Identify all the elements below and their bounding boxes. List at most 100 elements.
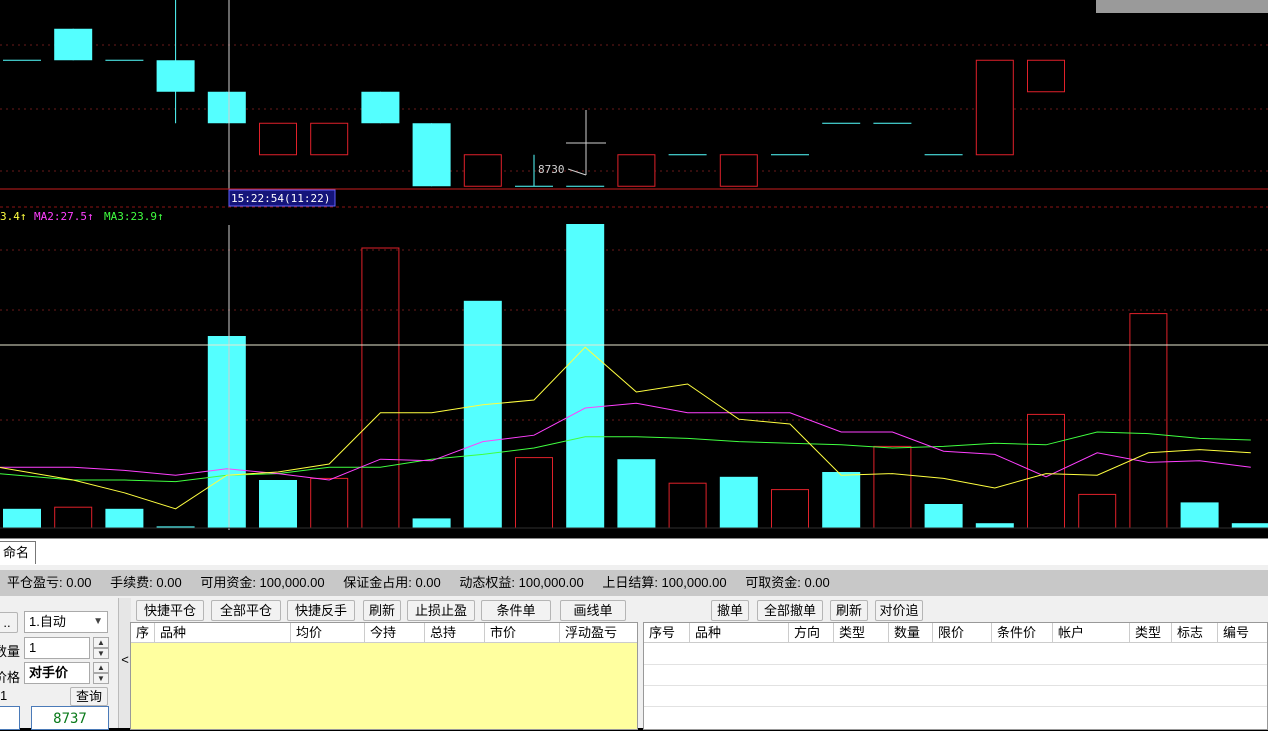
qty-label: 数量 xyxy=(0,644,21,659)
volume-bar xyxy=(361,247,400,529)
orders-col-6[interactable]: 条件价 xyxy=(992,623,1053,643)
orders-col-9[interactable]: 标志 xyxy=(1172,623,1218,643)
orders-row-line xyxy=(644,664,1267,665)
candle-body xyxy=(617,154,656,187)
volume-bar xyxy=(54,506,93,529)
volume-bar xyxy=(1078,493,1117,529)
positions-col-1[interactable]: 品种 xyxy=(155,623,291,643)
orders-col-5[interactable]: 限价 xyxy=(933,623,992,643)
tab-active[interactable]: 命名 xyxy=(0,541,37,564)
candle-body xyxy=(207,91,246,124)
price-chart[interactable]: 8730 15:22:54(11:22) 3.4↑ MA2:27.5↑ MA3:… xyxy=(0,0,1268,538)
volume-bar xyxy=(412,518,451,528)
status-fee: 手续费: 0.00 xyxy=(110,575,182,590)
position-button-6[interactable]: 画线单 xyxy=(560,600,626,621)
position-button-3[interactable]: 刷新 xyxy=(363,600,401,621)
position-button-1[interactable]: 全部平仓 xyxy=(211,600,281,621)
low-price-label: 8730 xyxy=(538,163,565,176)
positions-col-3[interactable]: 今持 xyxy=(365,623,425,643)
order-button-2[interactable]: 刷新 xyxy=(830,600,868,621)
price-down-button[interactable]: ▼ xyxy=(93,673,109,684)
positions-col-5[interactable]: 市价 xyxy=(485,623,560,643)
positions-col-4[interactable]: 总持 xyxy=(425,623,485,643)
volume-bar xyxy=(515,457,553,529)
volume-bar xyxy=(924,504,963,528)
time-label: 15:22:54(11:22) xyxy=(231,192,330,205)
candle-body xyxy=(1027,59,1065,93)
volume-bar xyxy=(259,480,297,528)
orders-col-3[interactable]: 类型 xyxy=(834,623,889,643)
volume-one-label: 1 xyxy=(0,688,8,703)
orders-col-2[interactable]: 方向 xyxy=(789,623,834,643)
qty-down-button[interactable]: ▼ xyxy=(93,648,109,659)
order-button-1[interactable]: 全部撤单 xyxy=(757,600,823,621)
orders-col-4[interactable]: 数量 xyxy=(889,623,933,643)
price-field[interactable]: 对手价 xyxy=(24,662,90,684)
candle-body xyxy=(310,122,349,156)
volume-bar xyxy=(566,224,605,528)
orders-row-line xyxy=(644,706,1267,707)
account-dots-button[interactable]: .. xyxy=(0,612,18,633)
position-button-5[interactable]: 条件单 xyxy=(481,600,551,621)
positions-table: 序品种 均价 今持 总持 市价 浮动盈亏 xyxy=(130,622,638,730)
candle-body xyxy=(463,154,502,187)
ma3-legend: MA3:23.9↑ xyxy=(104,210,164,223)
orders-row-line xyxy=(644,685,1267,686)
price-label: 价格 xyxy=(0,670,21,685)
position-button-2[interactable]: 快捷反手 xyxy=(287,600,355,621)
status-equity: 动态权益: 100,000.00 xyxy=(459,575,584,590)
order-button-3[interactable]: 对价追 xyxy=(875,600,923,621)
low-price-pointer xyxy=(567,168,587,176)
candle-body xyxy=(54,28,93,61)
mode-select[interactable]: 1.自动 ▼ xyxy=(24,611,108,633)
candle-body xyxy=(361,91,400,124)
ma2-legend: MA2:27.5↑ xyxy=(34,210,94,223)
ma1-legend: 3.4↑ xyxy=(0,210,27,223)
candle-body xyxy=(156,60,195,92)
chart-gridlines xyxy=(0,44,1268,421)
volume-bars xyxy=(3,224,1268,529)
volume-bar xyxy=(617,459,656,528)
volume-bar xyxy=(310,477,349,529)
position-button-4[interactable]: 止损止盈 xyxy=(407,600,475,621)
volume-bar xyxy=(463,300,502,528)
status-prev-settle: 上日结算: 100,000.00 xyxy=(602,575,727,590)
position-button-0[interactable]: 快捷平仓 xyxy=(136,600,204,621)
volume-bar xyxy=(771,489,809,529)
orders-col-10[interactable]: 编号 xyxy=(1218,623,1267,643)
volume-bar xyxy=(207,336,246,528)
query-button[interactable]: 查询 xyxy=(70,687,108,706)
chevron-down-icon: ▼ xyxy=(93,616,103,627)
volume-bar xyxy=(1231,523,1268,528)
positions-col-2[interactable]: 均价 xyxy=(291,623,365,643)
trading-panel: 命名 平仓盈亏: 0.00 手续费: 0.00 可用资金: 100,000.00… xyxy=(0,538,1268,730)
candlestick-series xyxy=(3,0,1065,187)
second-quote-stub xyxy=(0,706,20,730)
orders-col-0[interactable]: 序号 xyxy=(644,623,690,643)
orders-col-8[interactable]: 类型 xyxy=(1130,623,1172,643)
orders-col-1[interactable]: 品种 xyxy=(690,623,789,643)
order-button-0[interactable]: 撤单 xyxy=(711,600,749,621)
orders-table: 序号 品种 方向 类型 数量 限价 条件价 帐户 类型 标志 编号 xyxy=(643,622,1268,730)
qty-up-button[interactable]: ▲ xyxy=(93,637,109,648)
orders-col-7[interactable]: 帐户 xyxy=(1053,623,1130,643)
volume-bar xyxy=(1129,313,1168,529)
positions-col-6[interactable]: 浮动盈亏 xyxy=(560,623,637,643)
volume-bar xyxy=(975,523,1014,528)
status-withdrawable: 可取资金: 0.00 xyxy=(745,575,830,590)
top-right-panel xyxy=(1096,0,1268,13)
volume-bar xyxy=(3,508,41,528)
volume-bar xyxy=(1180,502,1219,528)
candle-body xyxy=(975,59,1014,156)
quote-price[interactable]: 8737 xyxy=(31,706,109,730)
qty-field[interactable]: 1 xyxy=(24,637,90,659)
positions-col-0[interactable]: 序 xyxy=(131,623,155,643)
mode-select-value: 1.自动 xyxy=(29,614,66,629)
tab-bar: 命名 xyxy=(0,538,1268,565)
candle-body xyxy=(412,123,451,187)
account-status-bar: 平仓盈亏: 0.00 手续费: 0.00 可用资金: 100,000.00 保证… xyxy=(0,570,1268,596)
candle-body xyxy=(719,154,758,187)
price-up-button[interactable]: ▲ xyxy=(93,662,109,673)
candle-body xyxy=(259,122,297,156)
status-margin: 保证金占用: 0.00 xyxy=(343,575,441,590)
